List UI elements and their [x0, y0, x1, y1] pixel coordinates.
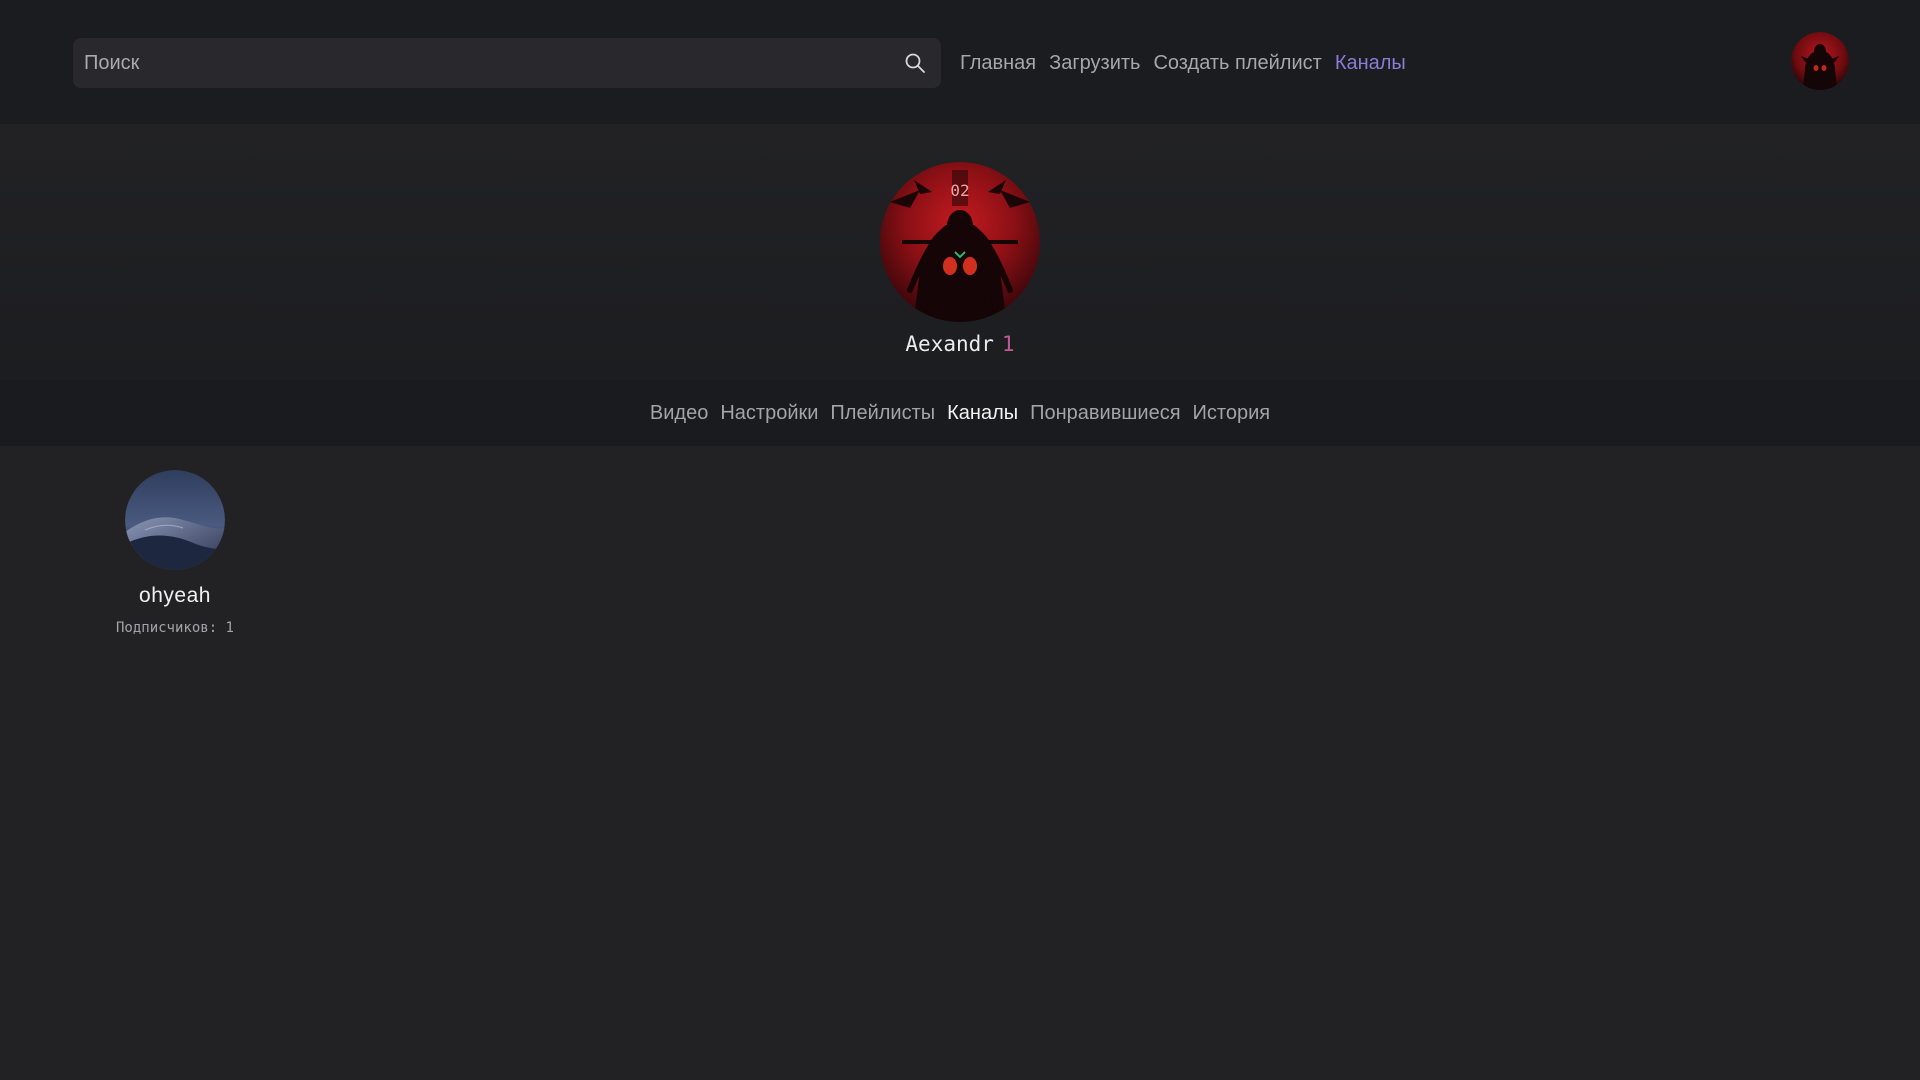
profile-tabs: Видео Настройки Плейлисты Каналы Понрави…: [0, 380, 1920, 446]
profile-username: Aexandr: [905, 332, 994, 356]
channel-name[interactable]: ohyeah: [100, 584, 250, 608]
svg-text:02: 02: [950, 181, 969, 200]
tab-channels[interactable]: Каналы: [947, 402, 1018, 425]
tab-settings[interactable]: Настройки: [720, 402, 818, 425]
nav-home[interactable]: Главная: [960, 48, 1036, 78]
tab-videos[interactable]: Видео: [650, 402, 708, 425]
main-nav: Главная Загрузить Создать плейлист Канал…: [960, 48, 1406, 78]
nav-create-playlist[interactable]: Создать плейлист: [1153, 48, 1321, 78]
profile-count: 1: [1001, 332, 1015, 356]
channel-card[interactable]: ohyeah Подписчиков: 1: [100, 470, 250, 636]
channel-subscribers: Подписчиков: 1: [115, 620, 234, 636]
search-box: [73, 38, 941, 88]
profile-header: 02 Aexandr 1: [0, 124, 1920, 380]
tab-liked[interactable]: Понравившиеся: [1030, 402, 1180, 425]
tab-playlists[interactable]: Плейлисты: [830, 402, 935, 425]
nav-channels[interactable]: Каналы: [1335, 48, 1406, 78]
tab-history[interactable]: История: [1193, 402, 1271, 425]
search-input[interactable]: [73, 38, 873, 88]
nav-upload[interactable]: Загрузить: [1049, 48, 1140, 78]
channel-avatar[interactable]: [125, 470, 225, 570]
top-bar: Главная Загрузить Создать плейлист Канал…: [0, 0, 1920, 124]
profile-avatar: 02: [880, 162, 1040, 322]
profile-name: Aexandr 1: [0, 332, 1920, 356]
search-icon[interactable]: [903, 51, 927, 75]
user-avatar[interactable]: [1791, 32, 1849, 90]
